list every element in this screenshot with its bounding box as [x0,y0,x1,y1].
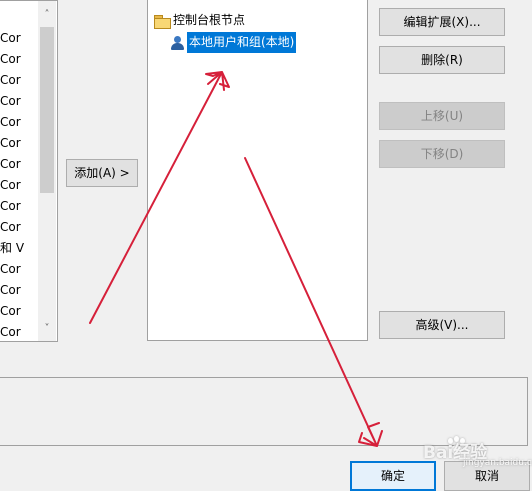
scroll-thumb[interactable] [40,27,54,193]
list-item[interactable]: Cor [0,217,40,238]
description-box [0,377,528,446]
list-item[interactable]: 和 V [0,238,40,259]
move-up-button[interactable]: 上移(U) [379,102,505,130]
edit-extensions-button[interactable]: 编辑扩展(X)... [379,8,505,36]
tree-root-node[interactable]: 控制台根节点 [154,11,245,29]
list-item[interactable]: Cor [0,301,40,322]
advanced-button[interactable]: 高级(V)... [379,311,505,339]
list-item[interactable]: Cor [0,133,40,154]
available-snapins-items: Cor Cor Cor Cor Cor Cor Cor Cor Cor Cor 和 V Cor Cor C… [0,28,40,341]
list-item[interactable]: Cor [0,322,40,341]
list-item[interactable]: Cor [0,154,40,175]
tree-node-local-users-groups[interactable]: 本地用户和组(本地) [170,32,297,53]
add-button[interactable]: 添加(A) > [66,159,138,187]
list-item[interactable]: Cor [0,91,40,112]
list-item[interactable]: Cor [0,70,40,91]
ok-button[interactable]: 确定 [350,461,436,491]
selected-snapins-tree[interactable]: 控制台根节点 本地用户和组(本地) [147,0,368,341]
list-item[interactable]: Cor [0,112,40,133]
scroll-up-icon[interactable]: ˄ [38,7,56,23]
list-item[interactable]: Cor [0,280,40,301]
available-snapins-list[interactable]: Cor Cor Cor Cor Cor Cor Cor Cor Cor Cor 和 V Cor Cor C… [0,0,58,342]
list-item[interactable]: Cor [0,175,40,196]
list-item[interactable]: Cor [0,49,40,70]
delete-button[interactable]: 删除(R) [379,46,505,74]
move-down-button[interactable]: 下移(D) [379,140,505,168]
list-item[interactable]: Cor [0,28,40,49]
folder-icon [154,14,171,29]
scroll-down-icon[interactable]: ˅ [38,321,56,337]
list-scrollbar[interactable]: ˄ ˅ [38,1,56,341]
tree-node-label: 本地用户和组(本地) [187,32,297,53]
list-item[interactable]: Cor [0,259,40,280]
cancel-button[interactable]: 取消 [444,461,530,491]
users-group-icon [170,35,186,51]
tree-root-label: 控制台根节点 [173,13,246,27]
list-item[interactable]: Cor [0,196,40,217]
